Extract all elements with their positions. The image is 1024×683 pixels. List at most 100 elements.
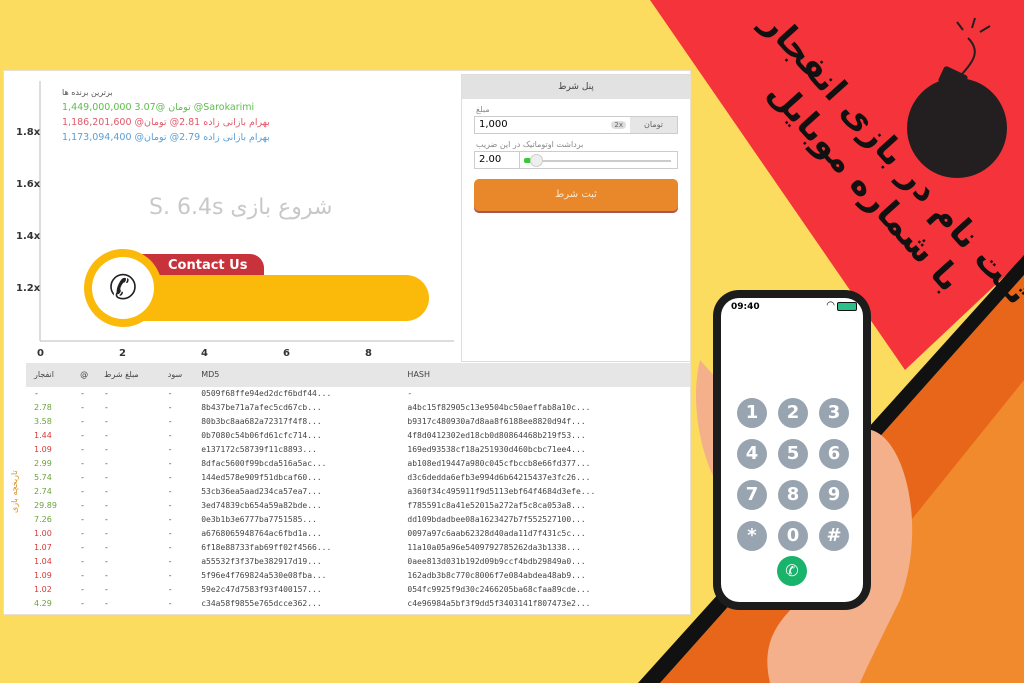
table-cell: - — [167, 599, 173, 608]
auto-cashout-slider[interactable] — [520, 152, 677, 168]
keypad-key: 1 — [737, 398, 767, 428]
amount-label: مبلغ — [476, 105, 490, 114]
column-header: MD5 — [193, 363, 400, 387]
table-cell: - — [104, 515, 109, 524]
auto-cashout-input[interactable]: 2.00 — [475, 152, 520, 168]
x-tick: 4 — [201, 348, 208, 359]
table-cell: a4bc15f82905c13e9504bc50aeffab8a10c... — [407, 403, 591, 412]
keypad-key: 4 — [737, 439, 767, 469]
table-row[interactable]: 2.74 - - - 53cb36ea5aad234ca57ea7... a360f34c… — [26, 485, 690, 499]
table-cell: - — [167, 473, 173, 482]
table-cell: - — [104, 473, 109, 482]
table-row[interactable]: 1.07 - - - 6f18e88733fab69ff02f4566... 11a10a… — [26, 541, 690, 555]
history-side-label: تاریخچه بازی — [10, 470, 19, 513]
table-cell: 054fc9925f9d30c2466205ba68cfaa89cde... — [407, 585, 591, 594]
bet-panel: پنل شرط مبلغ 1,000 2x تومان برداشت اوتوم… — [461, 74, 690, 362]
table-cell: 80b3bc8aa682a72317f4f8... — [201, 417, 322, 426]
table-cell: - — [80, 501, 85, 510]
table-cell: 1.07 — [34, 543, 52, 552]
table-row[interactable]: 2.99 - - - 8dfac5600f99bcda516a5ac... ab108ed… — [26, 457, 690, 471]
table-cell: 11a10a05a96e5409792785262da3b1338... — [407, 543, 581, 552]
table-row[interactable]: 2.78 - - - 8b437be71a7afec5cd67cb... a4bc15f8… — [26, 401, 690, 415]
table-cell: ab108ed19447a980c045cfbccb8e66fd377... — [407, 459, 591, 468]
table-row[interactable]: 29.89 - - - 3ed74839cb654a59a82bde... f785591… — [26, 499, 690, 513]
table-row[interactable]: 5.74 - - - 144ed578e909f51dbcaf60... d3c6dedd… — [26, 471, 690, 485]
column-header: سود — [159, 363, 194, 387]
amount-input[interactable]: 1,000 — [475, 117, 607, 133]
double-button[interactable]: 2x — [611, 121, 626, 129]
table-row[interactable]: 1.00 - - - a6768065948764ac6fbd1a... 0097a97c… — [26, 527, 690, 541]
table-cell: - — [104, 403, 109, 412]
currency-select[interactable]: تومان — [630, 117, 677, 133]
keypad-key: 6 — [819, 439, 849, 469]
table-row[interactable]: 3.58 - - - 80b3bc8aa682a72317f4f8... b9317c48… — [26, 415, 690, 429]
keypad-key: 5 — [778, 439, 808, 469]
table-cell: - — [80, 529, 85, 538]
table-cell: c4e96984a5bf3f9dd5f3403141f807473e2... — [407, 599, 591, 608]
table-cell: dd109bdadbee08a1623427b7f552527100... — [407, 515, 586, 524]
table-cell: 1.02 — [34, 585, 52, 594]
table-row[interactable]: - - - - 0509f68ffe94ed2dcf6bdf44... - — [26, 387, 690, 401]
table-cell: - — [80, 473, 85, 482]
table-row[interactable]: 7.26 - - - 0e3b1b3e6777ba7751585... dd109bdad… — [26, 513, 690, 527]
table-cell: a360f34c495911f9d5113ebf64f4684d3efe... — [407, 487, 596, 496]
table-cell: 6f18e88733fab69ff02f4566... — [201, 543, 332, 552]
table-cell: - — [167, 389, 173, 398]
table-row[interactable]: 4.29 - - - c34a58f9855e765dcce362... c4e96984… — [26, 597, 690, 611]
keypad-key: 2 — [778, 398, 808, 428]
table-cell: - — [104, 487, 109, 496]
table-cell: 169ed93538cf18a251930d460bcbc71ee4... — [407, 445, 586, 454]
table-row[interactable]: 1.09 - - - e137172c58739f11c8893... 169ed9353… — [26, 443, 690, 457]
table-cell: - — [167, 543, 173, 552]
table-cell: - — [80, 459, 85, 468]
winner-item: 1,173,094,400 @بهرام بازانی زاده 2.79@ ت… — [62, 132, 270, 143]
table-row[interactable]: 1.44 - - - 0b7080c54b06fd61cfc714... 4f8d0412… — [26, 429, 690, 443]
x-tick: 2 — [119, 348, 126, 359]
table-cell: 1.09 — [34, 445, 52, 454]
table-cell: c34a58f9855e765dcce362... — [201, 599, 322, 608]
history-table: انفجار @ مبلغ شرط سود MD5 HASH - - - - 0509f68ffe9… — [26, 363, 690, 611]
table-cell: 0b7080c54b06fd61cfc714... — [201, 431, 322, 440]
table-cell: - — [104, 459, 109, 468]
table-row[interactable]: 1.02 - - - 59e2c47d7583f93f400157... 054fc992… — [26, 583, 690, 597]
table-cell: - — [104, 431, 109, 440]
table-cell: - — [104, 557, 109, 566]
table-cell: - — [104, 599, 109, 608]
column-header: @ — [72, 363, 97, 387]
keypad-key: 3 — [819, 398, 849, 428]
y-tick: 1.6x — [16, 179, 41, 190]
table-cell: - — [80, 487, 85, 496]
table-cell: f785591c8a41e52015a272af5c8ca053a8... — [407, 501, 586, 510]
table-cell: - — [167, 571, 173, 580]
contact-bar — [139, 275, 429, 321]
table-cell: 1.04 — [34, 557, 52, 566]
table-cell: 144ed578e909f51dbcaf60... — [201, 473, 322, 482]
table-cell: e137172c58739f11c8893... — [201, 445, 317, 454]
keypad-key: # — [819, 521, 849, 551]
table-cell: 2.99 — [34, 459, 52, 468]
place-bet-button[interactable]: ثبت شرط — [474, 179, 678, 211]
table-cell: 4f8d0412302ed18cb0d80864468b219f53... — [407, 431, 586, 440]
phone-badge: ✆ — [84, 249, 162, 327]
table-cell: - — [167, 445, 173, 454]
table-cell: - — [80, 557, 85, 566]
table-cell: - — [104, 529, 109, 538]
table-cell: 53cb36ea5aad234ca57ea7... — [201, 487, 322, 496]
table-row[interactable]: 1.04 - - - a55532f3f37be382917d19... 0aee813d… — [26, 555, 690, 569]
slider-handle[interactable] — [530, 154, 543, 167]
table-cell: - — [407, 389, 413, 398]
table-cell: - — [104, 445, 109, 454]
table-cell: - — [104, 585, 109, 594]
table-cell: - — [167, 403, 173, 412]
table-cell: - — [104, 389, 109, 398]
x-tick: 6 — [283, 348, 290, 359]
table-cell: 29.89 — [34, 501, 57, 510]
table-cell: a55532f3f37be382917d19... — [201, 557, 322, 566]
table-row[interactable]: 1.09 - - - 5f96e4f769824a530e08fba... 162adb3… — [26, 569, 690, 583]
winner-item: 1,449,000,000 3.07@ تومان @Sarokarimi — [62, 102, 255, 113]
phone-screen: 09:40 ◠ 1 2 3 4 5 6 7 8 9 * 0 # ✆ — [721, 298, 863, 602]
contact-us-banner[interactable]: Contact Us ✆ — [84, 249, 429, 329]
table-cell: - — [80, 431, 85, 440]
battery-icon — [837, 302, 857, 311]
table-cell: b9317c480930a7d8aa8f6188ee8820d94f... — [407, 417, 586, 426]
